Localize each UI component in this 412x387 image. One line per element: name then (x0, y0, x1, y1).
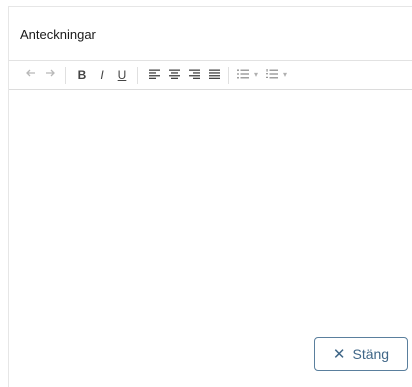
toolbar-separator (137, 67, 138, 84)
align-justify-button[interactable] (206, 66, 222, 84)
align-left-icon (148, 69, 160, 79)
undo-button[interactable] (23, 66, 39, 84)
italic-button[interactable]: I (94, 66, 110, 84)
align-justify-icon (208, 69, 220, 79)
numbered-list-icon (266, 69, 278, 79)
editor-toolbar: B I U ▾ ▾ (9, 61, 412, 90)
underline-button[interactable]: U (114, 66, 130, 84)
align-left-button[interactable] (146, 66, 162, 84)
numbered-list-dropdown-caret[interactable]: ▾ (283, 66, 287, 84)
dialog-title: Anteckningar (20, 27, 96, 42)
dialog-footer: ✕ Stäng (8, 323, 412, 387)
close-icon: ✕ (332, 345, 346, 363)
align-center-icon (168, 69, 180, 79)
bullet-list-icon (237, 69, 249, 79)
bullet-list-button[interactable] (235, 66, 251, 84)
bold-button[interactable]: B (74, 66, 90, 84)
numbered-list-button[interactable] (264, 66, 280, 84)
redo-button[interactable] (42, 66, 58, 84)
bullet-list-dropdown-caret[interactable]: ▾ (254, 66, 258, 84)
toolbar-separator (65, 67, 66, 84)
align-right-button[interactable] (186, 66, 202, 84)
close-button-label: Stäng (352, 346, 390, 362)
align-center-button[interactable] (166, 66, 182, 84)
align-right-icon (188, 69, 200, 79)
redo-icon (46, 69, 55, 77)
notes-dialog: Anteckningar B I U ▾ ▾ ✕ Stäng (0, 0, 412, 387)
editor-content-area[interactable] (9, 90, 412, 322)
rich-text-editor: B I U ▾ ▾ (8, 60, 412, 324)
toolbar-separator (228, 67, 229, 84)
undo-icon (26, 69, 35, 77)
dialog-header: Anteckningar (8, 6, 412, 61)
close-button[interactable]: ✕ Stäng (314, 337, 408, 371)
